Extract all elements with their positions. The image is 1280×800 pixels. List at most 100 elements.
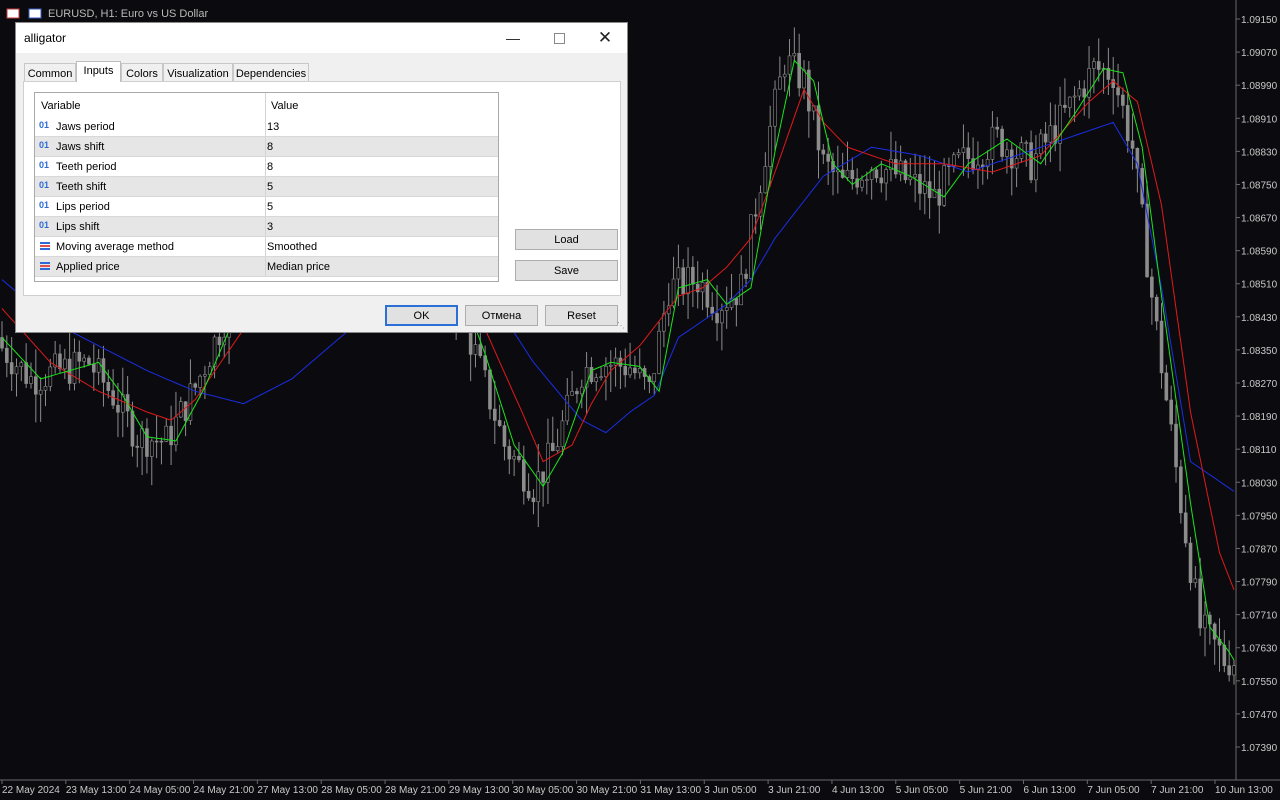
candle-body [29,376,33,384]
candle-body [38,389,43,395]
candle-body [1116,87,1120,96]
candle-body [628,367,632,376]
candle-body [778,76,782,90]
maximize-button[interactable] [536,23,582,53]
tab-inputs[interactable]: Inputs [76,61,121,82]
table-row[interactable]: 01 Jaws shift 8 [35,137,498,157]
variable-name: Applied price [56,261,120,273]
column-header-value[interactable]: Value [265,93,498,117]
candle-body [178,401,183,418]
tab-colors[interactable]: Colors [121,63,163,81]
cell-separator [265,137,266,157]
time-tick-label: 31 May 13:00 [640,785,701,796]
candle-body [879,177,884,184]
price-tick-label: 1.08350 [1241,346,1278,357]
table-row[interactable]: 01 Teeth period 8 [35,157,498,177]
candle-body [507,446,512,460]
price-tick-label: 1.08830 [1241,147,1278,158]
candle-body [691,266,695,285]
cell-separator [265,217,266,237]
save-button[interactable]: Save [515,260,618,281]
tab-common[interactable]: Common [24,63,76,81]
candle-body [1082,88,1087,98]
variable-value[interactable]: 5 [267,181,273,193]
candle-body [473,344,478,355]
reset-button[interactable]: Reset [545,305,618,326]
candle-body [995,126,1000,130]
candle-body [169,425,173,446]
variable-value[interactable]: 3 [267,221,273,233]
candle-body [686,266,690,295]
price-tick-label: 1.07630 [1241,644,1278,655]
table-row[interactable]: Moving average method Smoothed [35,237,498,257]
candle-body [517,455,521,461]
variable-value[interactable]: 5 [267,201,273,213]
candle-body [555,446,560,452]
time-tick-label: 3 Jun 05:00 [704,785,757,796]
variable-value[interactable]: 13 [267,121,279,133]
candle-body [951,154,956,167]
candle-body [531,497,536,503]
price-tick-label: 1.08430 [1241,313,1278,324]
variable-name: Lips shift [56,221,100,233]
table-row[interactable]: 01 Lips shift 3 [35,217,498,237]
candle-body [526,490,531,499]
candle-body [154,440,159,443]
candle-body [802,69,806,89]
candle-body [1121,94,1125,106]
tab-dependencies[interactable]: Dependencies [233,63,309,81]
time-tick-label: 3 Jun 21:00 [768,785,821,796]
close-button[interactable]: ✕ [582,23,628,53]
candle-body [19,362,24,367]
candle-body [705,282,710,308]
candle-body [657,330,661,374]
candle-body [990,126,995,160]
candle-body [782,73,787,78]
cancel-button[interactable]: Отмена [465,305,538,326]
time-tick-label: 24 May 05:00 [130,785,191,796]
resize-grip-icon[interactable]: ⋱ [617,322,625,330]
candle-body [1125,105,1130,142]
load-button[interactable]: Load [515,229,618,250]
variable-value[interactable]: Median price [267,261,330,273]
table-row[interactable]: 01 Jaws period 13 [35,117,498,137]
candle-body [1203,614,1207,629]
candle-body [488,369,492,410]
minimize-button[interactable]: — [490,23,536,53]
ok-button[interactable]: OK [385,305,458,326]
alligator-dialog: alligator — ✕ Common Inputs Colors Visua… [15,22,628,333]
variable-value[interactable]: Smoothed [267,241,317,253]
flag-us-icon [28,8,42,19]
chart-title: EURUSD, H1: Euro vs US Dollar [48,8,208,20]
candle-body [193,383,198,388]
candle-body [77,351,82,362]
candle-body [570,391,574,396]
candle-body [560,420,565,447]
time-tick-label: 23 May 13:00 [66,785,127,796]
integer-icon: 01 [39,220,50,230]
variable-name: Jaws shift [56,141,105,153]
price-tick-label: 1.08990 [1241,81,1278,92]
candle-body [715,313,719,324]
candle-body [565,394,570,422]
candle-body [927,181,932,199]
candle-body [1005,149,1009,157]
table-row[interactable]: Applied price Median price [35,257,498,277]
variable-value[interactable]: 8 [267,161,273,173]
candle-body [1227,665,1231,676]
table-row[interactable]: 01 Lips period 5 [35,197,498,217]
variable-value[interactable]: 8 [267,141,273,153]
candle-body [1169,399,1173,425]
inputs-panel: Variable Value 01 Jaws period 13 01 Jaws shi… [23,81,621,296]
table-row[interactable]: 01 Teeth shift 5 [35,177,498,197]
tab-visualization[interactable]: Visualization [163,63,233,81]
column-header-variable[interactable]: Variable [35,93,265,117]
time-tick-label: 22 May 2024 [2,785,60,796]
candle-body [24,362,28,384]
candle-body [575,391,579,395]
candle-body [710,306,715,314]
dialog-titlebar[interactable]: alligator — ✕ [16,23,627,53]
price-tick-label: 1.09070 [1241,48,1278,59]
price-tick-label: 1.07870 [1241,544,1278,555]
candle-body [145,428,149,457]
